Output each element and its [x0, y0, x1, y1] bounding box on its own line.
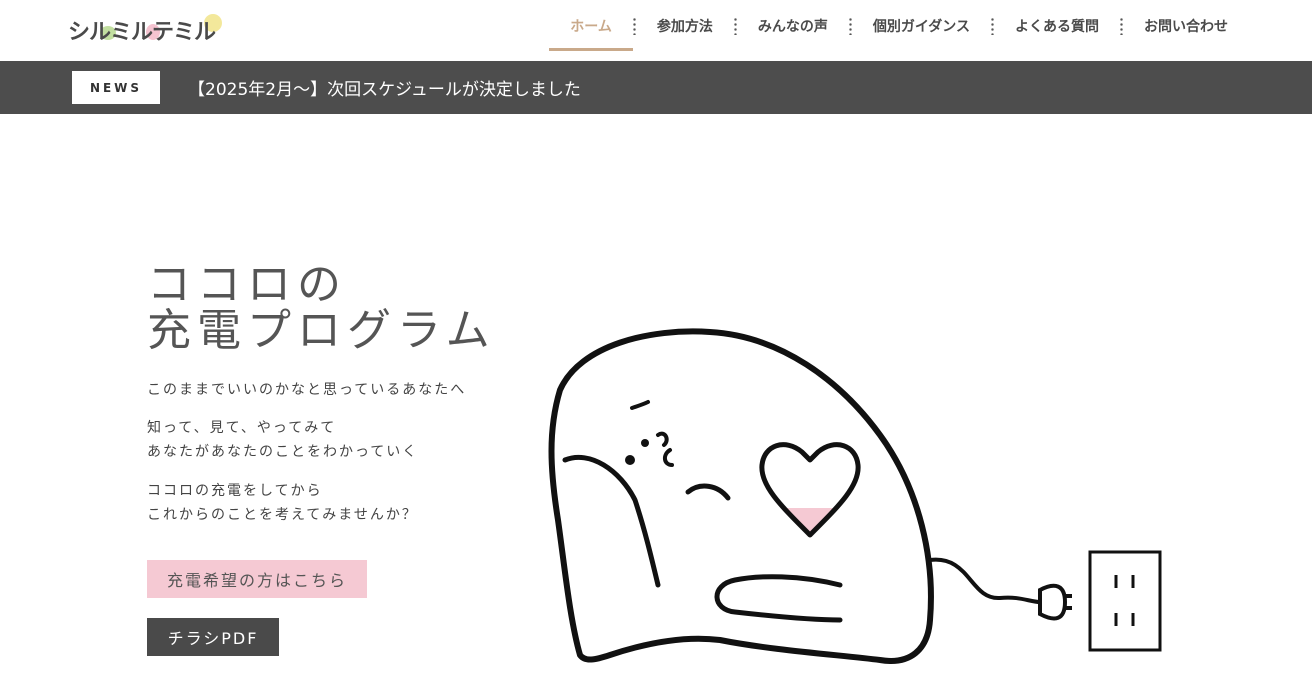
- flyer-pdf-button[interactable]: チラシPDF: [147, 618, 279, 656]
- character-eye: [656, 431, 669, 447]
- hero-paragraph-3-line1: ココロの充電をしてから: [147, 483, 323, 499]
- nav-item-voices[interactable]: みんなの声: [737, 1, 849, 51]
- news-bar: NEWS 【2025年2月〜】次回スケジュールが決定しました: [0, 61, 1312, 114]
- hero-paragraph-2-line2: あなたがあなたのことをわかっていく: [147, 444, 419, 460]
- site-header: シルミルテミル ホーム 参加方法 みんなの声 個別ガイダンス よくある質問 お問…: [0, 0, 1312, 61]
- charging-character-illustration: [548, 328, 1162, 664]
- apply-button[interactable]: 充電希望の方はこちら: [147, 560, 367, 598]
- hero-title-line2: 充電プログラム: [147, 305, 496, 356]
- character-cheek: [663, 448, 674, 467]
- nav-item-how-to-join[interactable]: 参加方法: [636, 1, 734, 51]
- power-cord: [928, 557, 1042, 604]
- nav-item-guidance[interactable]: 個別ガイダンス: [852, 1, 991, 51]
- hero-paragraph-3-line2: これからのことを考えてみませんか？: [147, 507, 418, 523]
- site-logo[interactable]: シルミルテミル: [68, 12, 228, 45]
- hero-title-line1: ココロの: [147, 259, 347, 310]
- hero-lead: このままでいいのかなと思っているあなたへ: [147, 382, 467, 398]
- nav-item-contact[interactable]: お問い合わせ: [1123, 1, 1240, 51]
- plug-icon: [1038, 583, 1072, 621]
- news-badge: NEWS: [72, 71, 160, 104]
- nav-item-faq[interactable]: よくある質問: [994, 1, 1120, 51]
- character-arm-right: [714, 574, 843, 623]
- character-dot-2: [641, 439, 649, 447]
- hero-title: ココロの 充電プログラム: [147, 262, 496, 354]
- logo-text: シルミルテミル: [68, 20, 216, 45]
- character-arm-left: [562, 454, 661, 588]
- nav-item-home[interactable]: ホーム: [549, 1, 633, 51]
- hero-paragraph-2-line1: 知って、見て、やってみて: [147, 420, 337, 436]
- character-dot-1: [625, 455, 635, 465]
- power-outlet-icon: [1088, 550, 1162, 652]
- character-eyebrow: [630, 400, 650, 410]
- character-mouth: [685, 483, 731, 501]
- heart-charge-level: [761, 508, 859, 535]
- main-nav: ホーム 参加方法 みんなの声 個別ガイダンス よくある質問 お問い合わせ: [549, 0, 1240, 52]
- news-headline-link[interactable]: 【2025年2月〜】次回スケジュールが決定しました: [188, 75, 581, 100]
